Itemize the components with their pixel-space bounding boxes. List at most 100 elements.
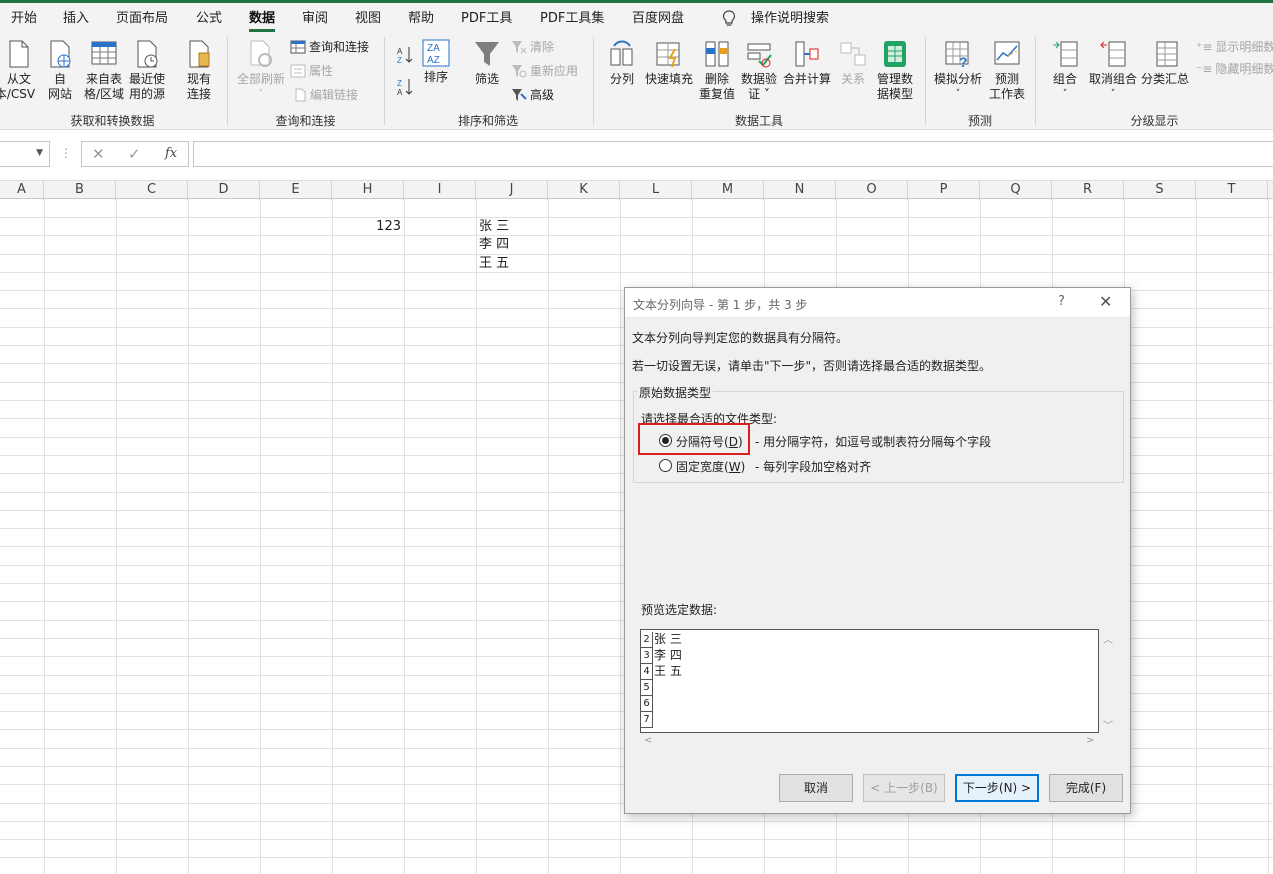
name-box[interactable]: ▼ — [0, 141, 50, 167]
delimited-radio[interactable] — [659, 434, 672, 447]
tab-home[interactable]: 开始 — [11, 7, 37, 26]
clear-filter-button[interactable]: 清除 — [511, 39, 554, 55]
flash-fill-button[interactable]: 快速填充 — [643, 39, 695, 87]
from-web-button[interactable]: 自 网站 — [42, 39, 78, 102]
preview-vertical-scrollbar[interactable]: ︿ ﹀ — [1099, 629, 1116, 733]
filter-button[interactable]: 筛选 — [470, 39, 504, 87]
cancel-button[interactable]: 取消 — [779, 774, 853, 802]
scroll-left-icon[interactable]: < — [644, 735, 652, 746]
relationships-button[interactable]: 关系 — [836, 39, 870, 87]
show-detail-button[interactable]: ⁺≡ 显示明细数 — [1196, 39, 1273, 55]
text-to-columns-button[interactable]: 分列 — [604, 39, 640, 87]
scroll-down-icon[interactable]: ﹀ — [1103, 717, 1113, 732]
column-header-p[interactable]: P — [908, 181, 980, 200]
tab-review[interactable]: 审阅 — [302, 7, 328, 26]
tab-formulas[interactable]: 公式 — [196, 7, 222, 26]
preview-horizontal-scrollbar[interactable]: < > — [640, 733, 1099, 750]
excel-window: 开始 插入 页面布局 公式 数据 审阅 视图 帮助 PDF工具 PDF工具集 百… — [0, 0, 1273, 874]
tab-view[interactable]: 视图 — [355, 7, 381, 26]
refresh-all-button[interactable]: 全部刷新 ˅ — [234, 39, 288, 102]
sort-az-button[interactable]: AZ — [396, 45, 414, 65]
scroll-right-icon[interactable]: > — [1086, 735, 1094, 746]
column-header-s[interactable]: S — [1124, 181, 1196, 200]
filter-icon — [475, 42, 499, 66]
text-to-columns-icon — [610, 40, 633, 66]
edit-links-button[interactable]: 编辑链接 — [293, 87, 358, 103]
tab-baidu-netdisk[interactable]: 百度网盘 — [632, 7, 684, 26]
column-header-h[interactable]: H — [332, 181, 404, 200]
insert-function-icon[interactable]: fx — [165, 146, 177, 161]
tab-help[interactable]: 帮助 — [408, 7, 434, 26]
tab-data[interactable]: 数据 — [249, 7, 276, 32]
existing-connections-button[interactable]: 现有 连接 — [180, 39, 218, 102]
grid-column-line — [1268, 199, 1269, 874]
cell-j-name-2[interactable]: 李 四 — [479, 236, 509, 254]
sort-za-button[interactable]: ZA — [396, 77, 414, 97]
column-header-i[interactable]: I — [404, 181, 476, 200]
column-header-e[interactable]: E — [260, 181, 332, 200]
column-header-a[interactable]: A — [0, 181, 44, 200]
cancel-icon[interactable]: ✕ — [92, 145, 105, 163]
forecast-sheet-button[interactable]: 预测 工作表 — [986, 39, 1028, 102]
more-dots-icon[interactable]: ⋮ — [60, 146, 72, 160]
tell-me-search[interactable]: 操作说明搜索 — [751, 7, 829, 26]
column-header-k[interactable]: K — [548, 181, 620, 200]
next-button[interactable]: 下一步(N) > — [955, 774, 1039, 802]
svg-text:?: ? — [959, 54, 968, 69]
advanced-filter-button[interactable]: 高级 — [511, 87, 554, 103]
tab-pdf-toolset[interactable]: PDF工具集 — [540, 7, 604, 26]
dialog-title-bar[interactable]: 文本分列向导 - 第 1 步，共 3 步 ? ✕ — [625, 288, 1130, 318]
cell-h-123[interactable]: 123 — [340, 218, 401, 236]
hide-detail-button[interactable]: ⁻≡ 隐藏明细数 — [1196, 61, 1273, 77]
enter-icon[interactable]: ✓ — [128, 145, 141, 163]
fixed-width-option-label[interactable]: 固定宽度(W) — [676, 458, 745, 475]
column-header-o[interactable]: O — [836, 181, 908, 200]
group-button[interactable]: 组合 ˅ — [1046, 39, 1084, 102]
column-header-l[interactable]: L — [620, 181, 692, 200]
column-header-c[interactable]: C — [116, 181, 188, 200]
data-validation-button[interactable]: 数据验 证 ˅ — [739, 39, 779, 102]
group-label-sort-filter: 排序和筛选 — [457, 114, 518, 128]
scroll-up-icon[interactable]: ︿ — [1103, 631, 1113, 646]
column-header-q[interactable]: Q — [980, 181, 1052, 200]
queries-connections-button[interactable]: 查询和连接 — [290, 39, 369, 55]
fixed-width-radio[interactable] — [659, 459, 672, 472]
sort-button[interactable]: ZA AZ 排序 — [420, 39, 452, 85]
finish-button[interactable]: 完成(F) — [1049, 774, 1123, 802]
reapply-button[interactable]: 重新应用 — [511, 63, 578, 79]
column-header-n[interactable]: N — [764, 181, 836, 200]
subtotal-button[interactable]: 分类汇总 — [1140, 39, 1190, 87]
what-if-analysis-button[interactable]: ? 模拟分析 ˅ — [932, 39, 984, 102]
remove-duplicates-button[interactable]: 删除 重复值 — [697, 39, 737, 102]
consolidate-button[interactable]: 合并计算 — [780, 39, 834, 87]
cell-j-name-1[interactable]: 张 三 — [479, 218, 509, 236]
from-table-range-button[interactable]: 来自表 格/区域 — [82, 39, 126, 102]
from-text-csv-button[interactable]: 从文 本/CSV — [0, 39, 38, 102]
data-model-icon — [884, 41, 906, 67]
column-header-r[interactable]: R — [1052, 181, 1124, 200]
recent-sources-button[interactable]: 最近使 用的源 — [127, 39, 167, 102]
properties-button[interactable]: 属性 — [290, 63, 333, 79]
ungroup-button[interactable]: 取消组合 ˅ — [1086, 39, 1140, 102]
column-header-b[interactable]: B — [44, 181, 116, 200]
sort-dialog-icon: ZAAZ — [422, 39, 450, 67]
tab-insert[interactable]: 插入 — [63, 7, 89, 26]
column-header-m[interactable]: M — [692, 181, 764, 200]
back-button[interactable]: < 上一步(B) — [863, 774, 945, 802]
close-icon[interactable]: ✕ — [1099, 292, 1112, 311]
delimited-option-label[interactable]: 分隔符号(D) — [676, 433, 743, 450]
cell-j-name-3[interactable]: 王 五 — [479, 255, 509, 273]
formula-bar: ▼ ⋮ ✕ ✓ fx — [0, 131, 1273, 180]
formula-input[interactable] — [193, 141, 1273, 167]
column-header-d[interactable]: D — [188, 181, 260, 200]
web-file-icon — [50, 40, 71, 68]
column-header-t[interactable]: T — [1196, 181, 1268, 200]
manage-data-model-button[interactable]: 管理数 据模型 — [874, 39, 916, 102]
tab-page-layout[interactable]: 页面布局 — [116, 7, 168, 26]
help-icon[interactable]: ? — [1058, 294, 1065, 309]
data-preview[interactable]: 2 张 三 3 李 四 4 王 五 5 6 7 — [640, 629, 1099, 733]
lightbulb-icon — [722, 10, 736, 26]
column-header-j[interactable]: J — [476, 181, 548, 200]
tab-pdf-tools[interactable]: PDF工具 — [461, 7, 512, 26]
chevron-down-icon[interactable]: ▼ — [36, 148, 43, 158]
